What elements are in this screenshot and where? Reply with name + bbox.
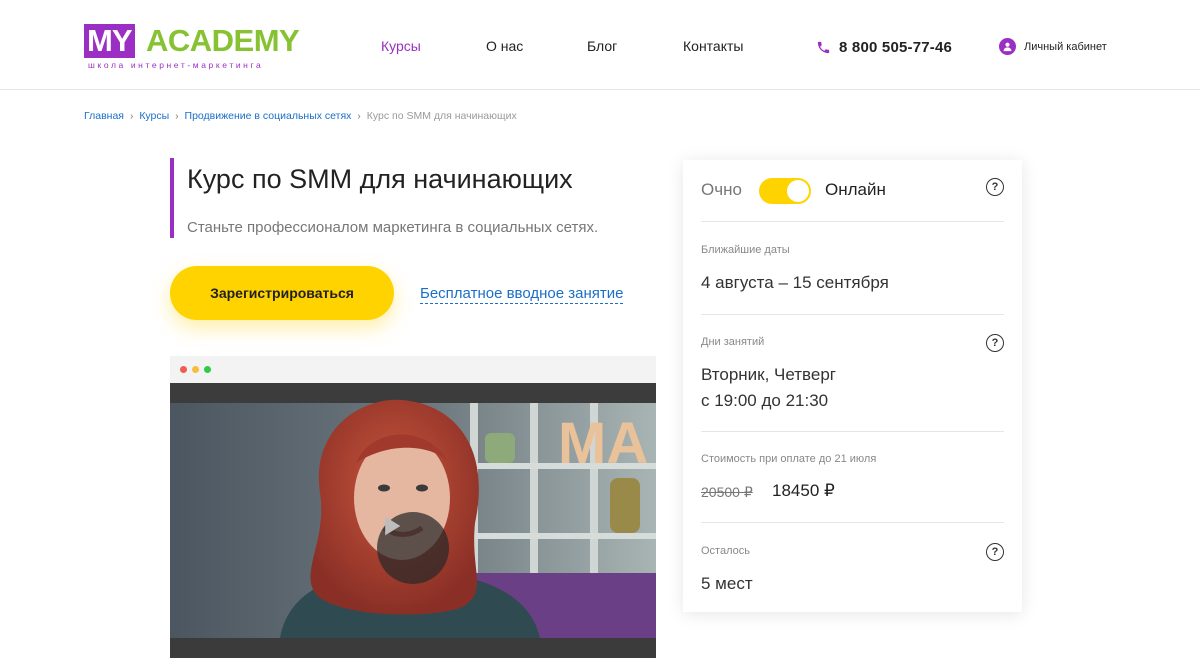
video-control-bar bbox=[170, 638, 656, 658]
help-icon[interactable]: ? bbox=[986, 543, 1004, 561]
video-frame[interactable]: MA bbox=[170, 383, 656, 638]
divider bbox=[701, 221, 1004, 222]
divider bbox=[701, 431, 1004, 432]
free-lesson-link[interactable]: Бесплатное вводное занятие bbox=[420, 285, 624, 304]
window-maximize-dot bbox=[204, 366, 211, 373]
chevron-right-icon: › bbox=[175, 110, 179, 122]
divider bbox=[701, 522, 1004, 523]
days-value-line2: с 19:00 до 21:30 bbox=[701, 391, 829, 410]
breadcrumb-home[interactable]: Главная bbox=[84, 110, 124, 122]
phone-link[interactable]: 8 800 505-77-46 bbox=[816, 36, 952, 58]
register-button[interactable]: Зарегистрироваться bbox=[170, 266, 394, 320]
window-title-bar bbox=[170, 356, 656, 383]
nav-about[interactable]: О нас bbox=[486, 38, 523, 54]
toggle-knob bbox=[787, 180, 809, 202]
site-header: MY ACADEMY школа интернет-маркетинга Кур… bbox=[0, 0, 1200, 90]
nav-contacts[interactable]: Контакты bbox=[683, 38, 743, 54]
days-label: Дни занятий bbox=[701, 336, 765, 348]
dates-value: 4 августа – 15 сентября bbox=[701, 273, 889, 292]
account-link[interactable]: Личный кабинет bbox=[999, 38, 1107, 55]
logo-academy: ACADEMY bbox=[146, 23, 300, 58]
help-icon[interactable]: ? bbox=[986, 178, 1004, 196]
days-value-line1: Вторник, Четверг bbox=[701, 365, 837, 384]
new-price: 18450 ₽ bbox=[772, 481, 835, 500]
logo[interactable]: MY ACADEMY школа интернет-маркетинга bbox=[84, 24, 314, 74]
breadcrumb-courses[interactable]: Курсы bbox=[139, 110, 169, 122]
logo-my: MY bbox=[84, 24, 135, 58]
account-label: Личный кабинет bbox=[1024, 40, 1107, 53]
chevron-right-icon: › bbox=[129, 110, 134, 122]
video-thumbnail: MA bbox=[170, 383, 656, 638]
course-info-card: Очно Онлайн ? Ближайшие даты 4 августа –… bbox=[683, 160, 1022, 612]
mode-online-label[interactable]: Онлайн bbox=[825, 180, 886, 200]
seats-left-value: 5 мест bbox=[701, 574, 753, 593]
price-label: Стоимость при оплате до 21 июля bbox=[701, 453, 877, 465]
old-price: 20500 ₽ bbox=[701, 484, 753, 500]
phone-icon bbox=[816, 40, 831, 55]
seats-left-label: Осталось bbox=[701, 545, 750, 557]
format-toggle[interactable] bbox=[759, 178, 811, 204]
play-icon bbox=[385, 516, 401, 536]
nav-blog[interactable]: Блог bbox=[587, 38, 617, 54]
divider bbox=[701, 314, 1004, 315]
video-sign-text: MA bbox=[558, 411, 648, 476]
page-subtitle: Станьте профессионалом маркетинга в соци… bbox=[187, 219, 599, 236]
breadcrumb: Главная › Курсы › Продвижение в социальн… bbox=[84, 110, 517, 122]
play-button[interactable] bbox=[377, 512, 449, 584]
chevron-right-icon: › bbox=[357, 110, 361, 122]
window-close-dot bbox=[180, 366, 187, 373]
mode-offline-label[interactable]: Очно bbox=[701, 180, 742, 200]
dates-label: Ближайшие даты bbox=[701, 244, 790, 256]
user-icon bbox=[999, 38, 1016, 55]
breadcrumb-current: Курс по SMM для начинающих bbox=[366, 110, 517, 122]
title-accent-bar bbox=[170, 158, 174, 238]
breadcrumb-smm[interactable]: Продвижение в социальных сетях bbox=[185, 110, 352, 122]
help-icon[interactable]: ? bbox=[986, 334, 1004, 352]
window-minimize-dot bbox=[192, 366, 199, 373]
nav-courses[interactable]: Курсы bbox=[381, 38, 421, 54]
page-title: Курс по SMM для начинающих bbox=[187, 164, 573, 194]
logo-tagline: школа интернет-маркетинга bbox=[88, 60, 264, 70]
video-player: MA bbox=[170, 356, 656, 658]
phone-number: 8 800 505-77-46 bbox=[839, 38, 953, 56]
